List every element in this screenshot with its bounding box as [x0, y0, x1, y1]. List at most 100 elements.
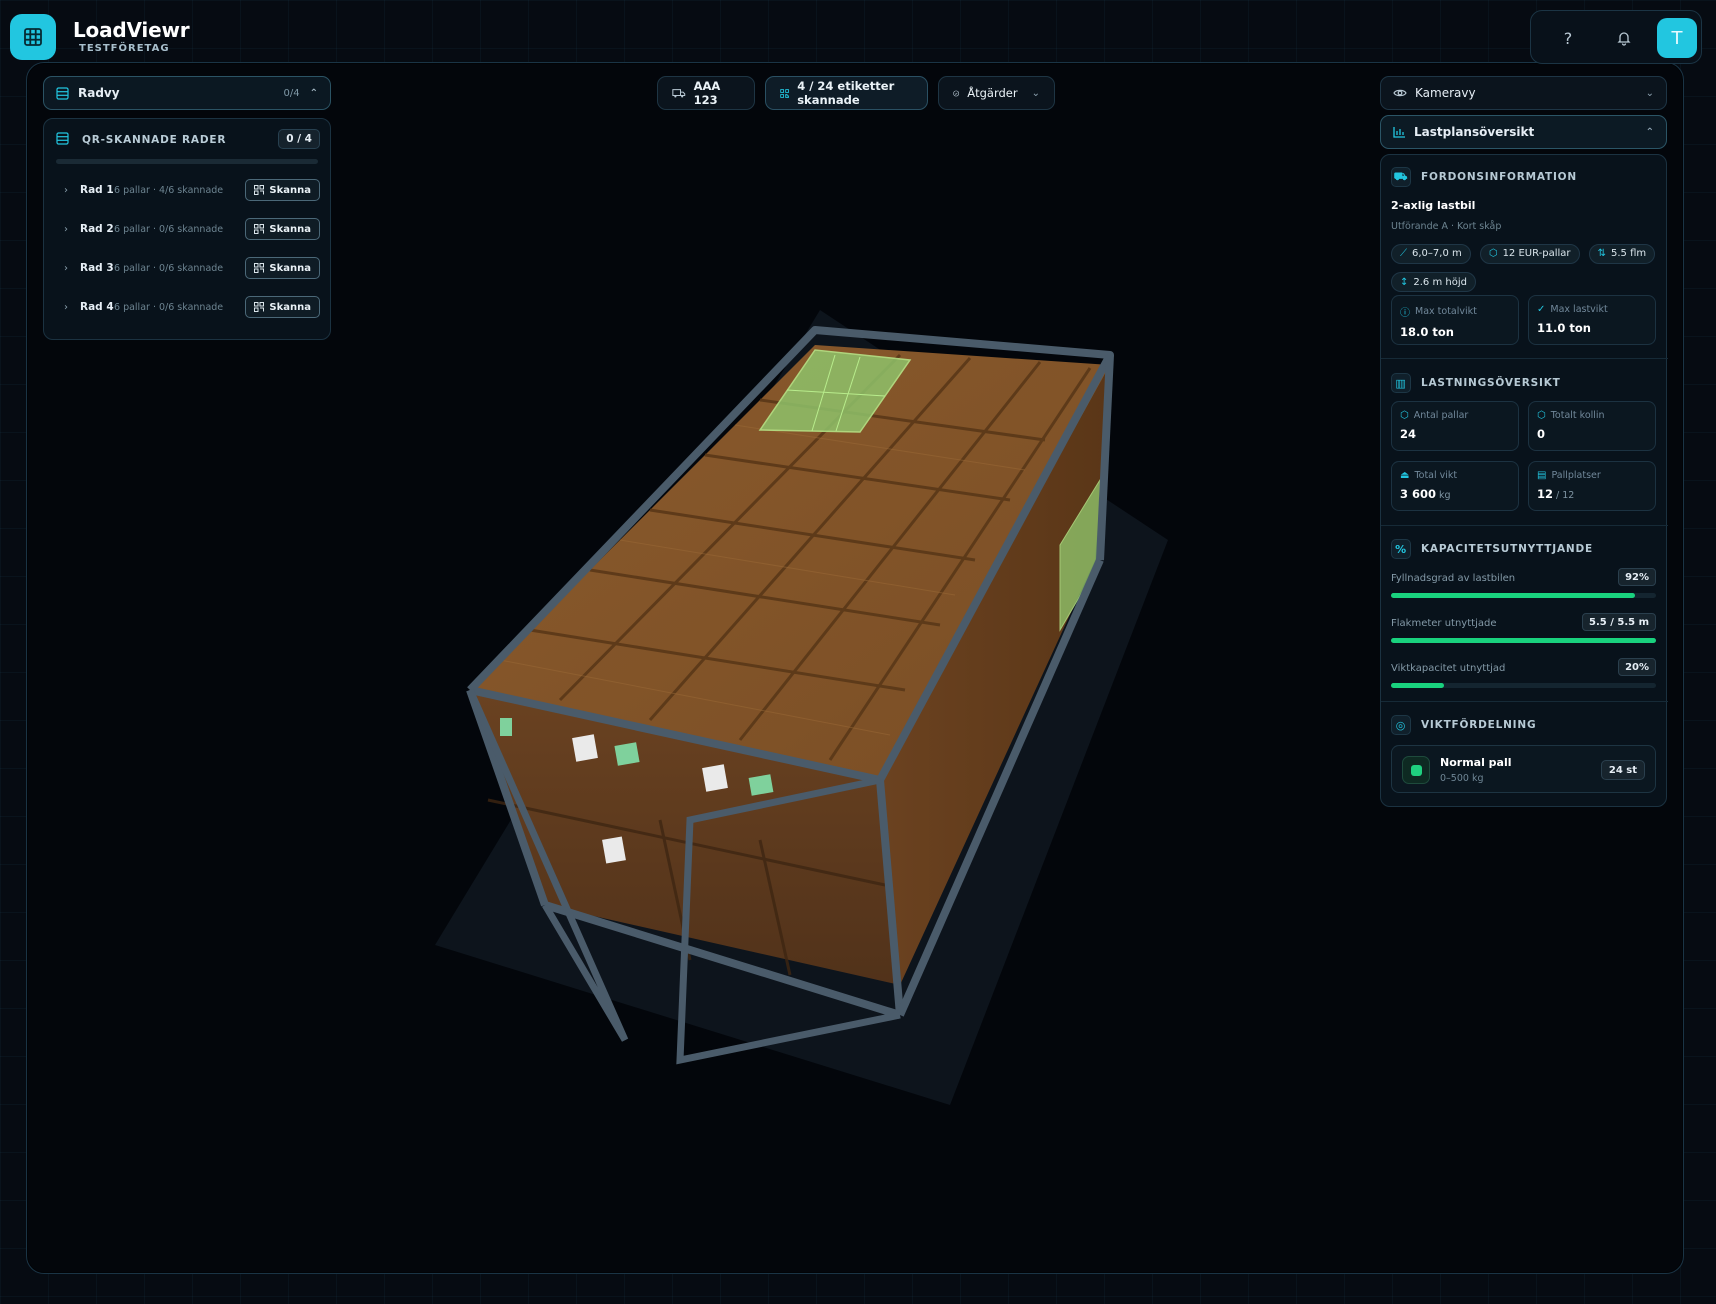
chevron-down-icon: ⌄: [1645, 87, 1654, 99]
stat-unit: kg: [1439, 490, 1451, 501]
qr-scanned-rows-card: QR-SKANNADE RADER 0 / 4 › Rad 1 6 pallar…: [43, 118, 331, 340]
camera-view-label: Kameravy: [1415, 86, 1476, 100]
load-plan-toggle[interactable]: Lastplansöversikt ⌃: [1380, 115, 1667, 149]
row-view-toggle[interactable]: Radvy 0/4 ⌃: [43, 76, 331, 110]
section-title: VIKTFÖRDELNING: [1421, 719, 1537, 731]
height-chip: ↕ 2.6 m höjd: [1391, 272, 1476, 292]
section-title: KAPACITETSUTNYTTJANDE: [1421, 543, 1593, 555]
help-icon: ?: [1563, 28, 1573, 48]
card-title: QR-SKANNADE RADER: [82, 134, 227, 146]
chip-label: 2.6 m höjd: [1413, 276, 1467, 288]
capacity-value: 20%: [1618, 658, 1656, 676]
row-item[interactable]: › Rad 3 6 pallar · 0/6 skannade Skanna: [56, 253, 320, 283]
capacity-fill: [1391, 593, 1635, 598]
chevron-up-icon: ⌃: [309, 87, 318, 99]
load-plan-label: Lastplansöversikt: [1414, 125, 1535, 139]
max-total-weight-stat: ⓘ Max totalvikt 18.0 ton: [1391, 295, 1519, 345]
camera-view-dropdown[interactable]: Kameravy ⌄: [1380, 76, 1667, 110]
vehicle-button[interactable]: AAA 123: [657, 76, 755, 110]
chevron-right-icon: ›: [64, 223, 68, 235]
scan-button[interactable]: Skanna: [245, 218, 320, 240]
help-button[interactable]: ?: [1553, 23, 1583, 53]
chevron-right-icon: ›: [64, 262, 68, 274]
stat-label: Pallplatser: [1551, 470, 1601, 481]
total-weight-stat: ⏏ Total vikt 3 600 kg: [1391, 461, 1519, 511]
chip-label: 12 EUR-pallar: [1502, 248, 1571, 259]
pallet-count-stat: ⬡ Antal pallar 24: [1391, 401, 1519, 451]
scan-button[interactable]: Skanna: [245, 296, 320, 318]
weight-icon: ⏏: [1400, 470, 1410, 481]
row-item[interactable]: › Rad 1 6 pallar · 4/6 skannade Skanna: [56, 175, 320, 205]
notifications-button[interactable]: [1609, 23, 1639, 53]
vehicle-info-heading: ⛟ FORDONSINFORMATION: [1391, 167, 1577, 187]
bell-icon: [1617, 32, 1631, 46]
capacity-value: 92%: [1618, 568, 1656, 586]
rows-icon: ▤: [1537, 470, 1547, 481]
row-view-label: Radvy: [78, 86, 120, 100]
row-name: Rad 3: [80, 262, 114, 274]
user-avatar[interactable]: T: [1657, 18, 1697, 58]
labels-scanned-button[interactable]: 4 / 24 etiketter skannade: [765, 76, 928, 110]
rows-progress-bar: [56, 159, 318, 164]
scan-button[interactable]: Skanna: [245, 179, 320, 201]
stat-value: 24: [1400, 427, 1417, 441]
vehicle-name: 2-axlig lastbil: [1391, 199, 1476, 212]
check-circle-icon: ✓: [1537, 304, 1546, 315]
stat-label: Max lastvikt: [1550, 304, 1608, 315]
capacity-row: Fyllnadsgrad av lastbilen 92%: [1391, 568, 1656, 598]
pallet-slots-stat: ▤ Pallplatser 12/ 12: [1528, 461, 1656, 511]
app-header: LoadViewr TESTFÖRETAG ? T: [0, 0, 1716, 64]
bar-chart-icon: ▥: [1391, 373, 1411, 393]
stat-value: 0: [1537, 427, 1546, 441]
capacity-label: Fyllnadsgrad av lastbilen: [1391, 573, 1516, 584]
weight-distribution-heading: ◎ VIKTFÖRDELNING: [1391, 715, 1536, 735]
row-meta: 6 pallar · 0/6 skannade: [114, 301, 224, 313]
qr-icon: [254, 185, 265, 195]
check-circle-icon: [953, 90, 960, 96]
actions-label: Åtgärder: [967, 86, 1018, 100]
rows-icon: [56, 86, 69, 100]
load-plan-overview-card: ⛟ FORDONSINFORMATION 2-axlig lastbil Utf…: [1380, 154, 1668, 807]
scan-label: Skanna: [269, 262, 311, 274]
flm-chip: ⇅ 5.5 flm: [1588, 243, 1656, 264]
qr-icon: [254, 224, 265, 234]
grid-menu-button[interactable]: [10, 14, 56, 60]
chip-label: 5.5 flm: [1611, 248, 1647, 259]
qr-icon: [254, 302, 265, 312]
labels-scanned-text: 4 / 24 etiketter skannade: [797, 79, 895, 107]
capacity-value: 5.5 / 5.5 m: [1582, 613, 1656, 631]
info-icon: ⓘ: [1400, 308, 1410, 319]
truck-icon: ⛟: [1391, 167, 1411, 187]
colli-count-stat: ⬡ Totalt kollin 0: [1528, 401, 1656, 451]
actions-dropdown[interactable]: Åtgärder ⌄: [938, 76, 1055, 110]
chip-label: 6,0–7,0 m: [1412, 248, 1462, 259]
scan-button[interactable]: Skanna: [245, 257, 320, 279]
weight-class-range: 0–500 kg: [1440, 773, 1484, 784]
chevron-up-icon: ⌃: [1645, 126, 1654, 138]
section-title: LASTNINGSÖVERSIKT: [1421, 377, 1561, 389]
arrow-vertical-icon: ↕: [1400, 276, 1409, 288]
length-chip: ⟋ 6,0–7,0 m: [1391, 243, 1471, 264]
capacity-fill: [1391, 683, 1444, 688]
row-name: Rad 2: [80, 223, 114, 235]
max-load-weight-stat: ✓ Max lastvikt 11.0 ton: [1528, 295, 1656, 345]
color-swatch: [1402, 756, 1430, 784]
vehicle-variant: Utförande A · Kort skåp: [1391, 221, 1502, 232]
percent-icon: %: [1391, 539, 1411, 559]
capacity-bar: [1391, 638, 1656, 643]
qr-icon: [254, 263, 265, 273]
row-item[interactable]: › Rad 2 6 pallar · 0/6 skannade Skanna: [56, 214, 320, 244]
scan-label: Skanna: [269, 223, 311, 235]
capacity-label: Viktkapacitet utnyttjad: [1391, 663, 1506, 674]
section-title: FORDONSINFORMATION: [1421, 171, 1577, 183]
capacity-row: Flakmeter utnyttjade 5.5 / 5.5 m: [1391, 613, 1656, 643]
header-actions: ? T: [1530, 10, 1702, 64]
palette-icon: ◎: [1391, 715, 1411, 735]
rows-count-badge: 0 / 4: [278, 129, 320, 149]
row-item[interactable]: › Rad 4 6 pallar · 0/6 skannade Skanna: [56, 292, 320, 322]
stat-value: 11.0 ton: [1537, 321, 1591, 335]
chevron-right-icon: ›: [64, 301, 68, 313]
row-name: Rad 4: [80, 301, 114, 313]
box-icon: ⬡: [1400, 410, 1409, 421]
stat-label: Max totalvikt: [1415, 306, 1477, 317]
